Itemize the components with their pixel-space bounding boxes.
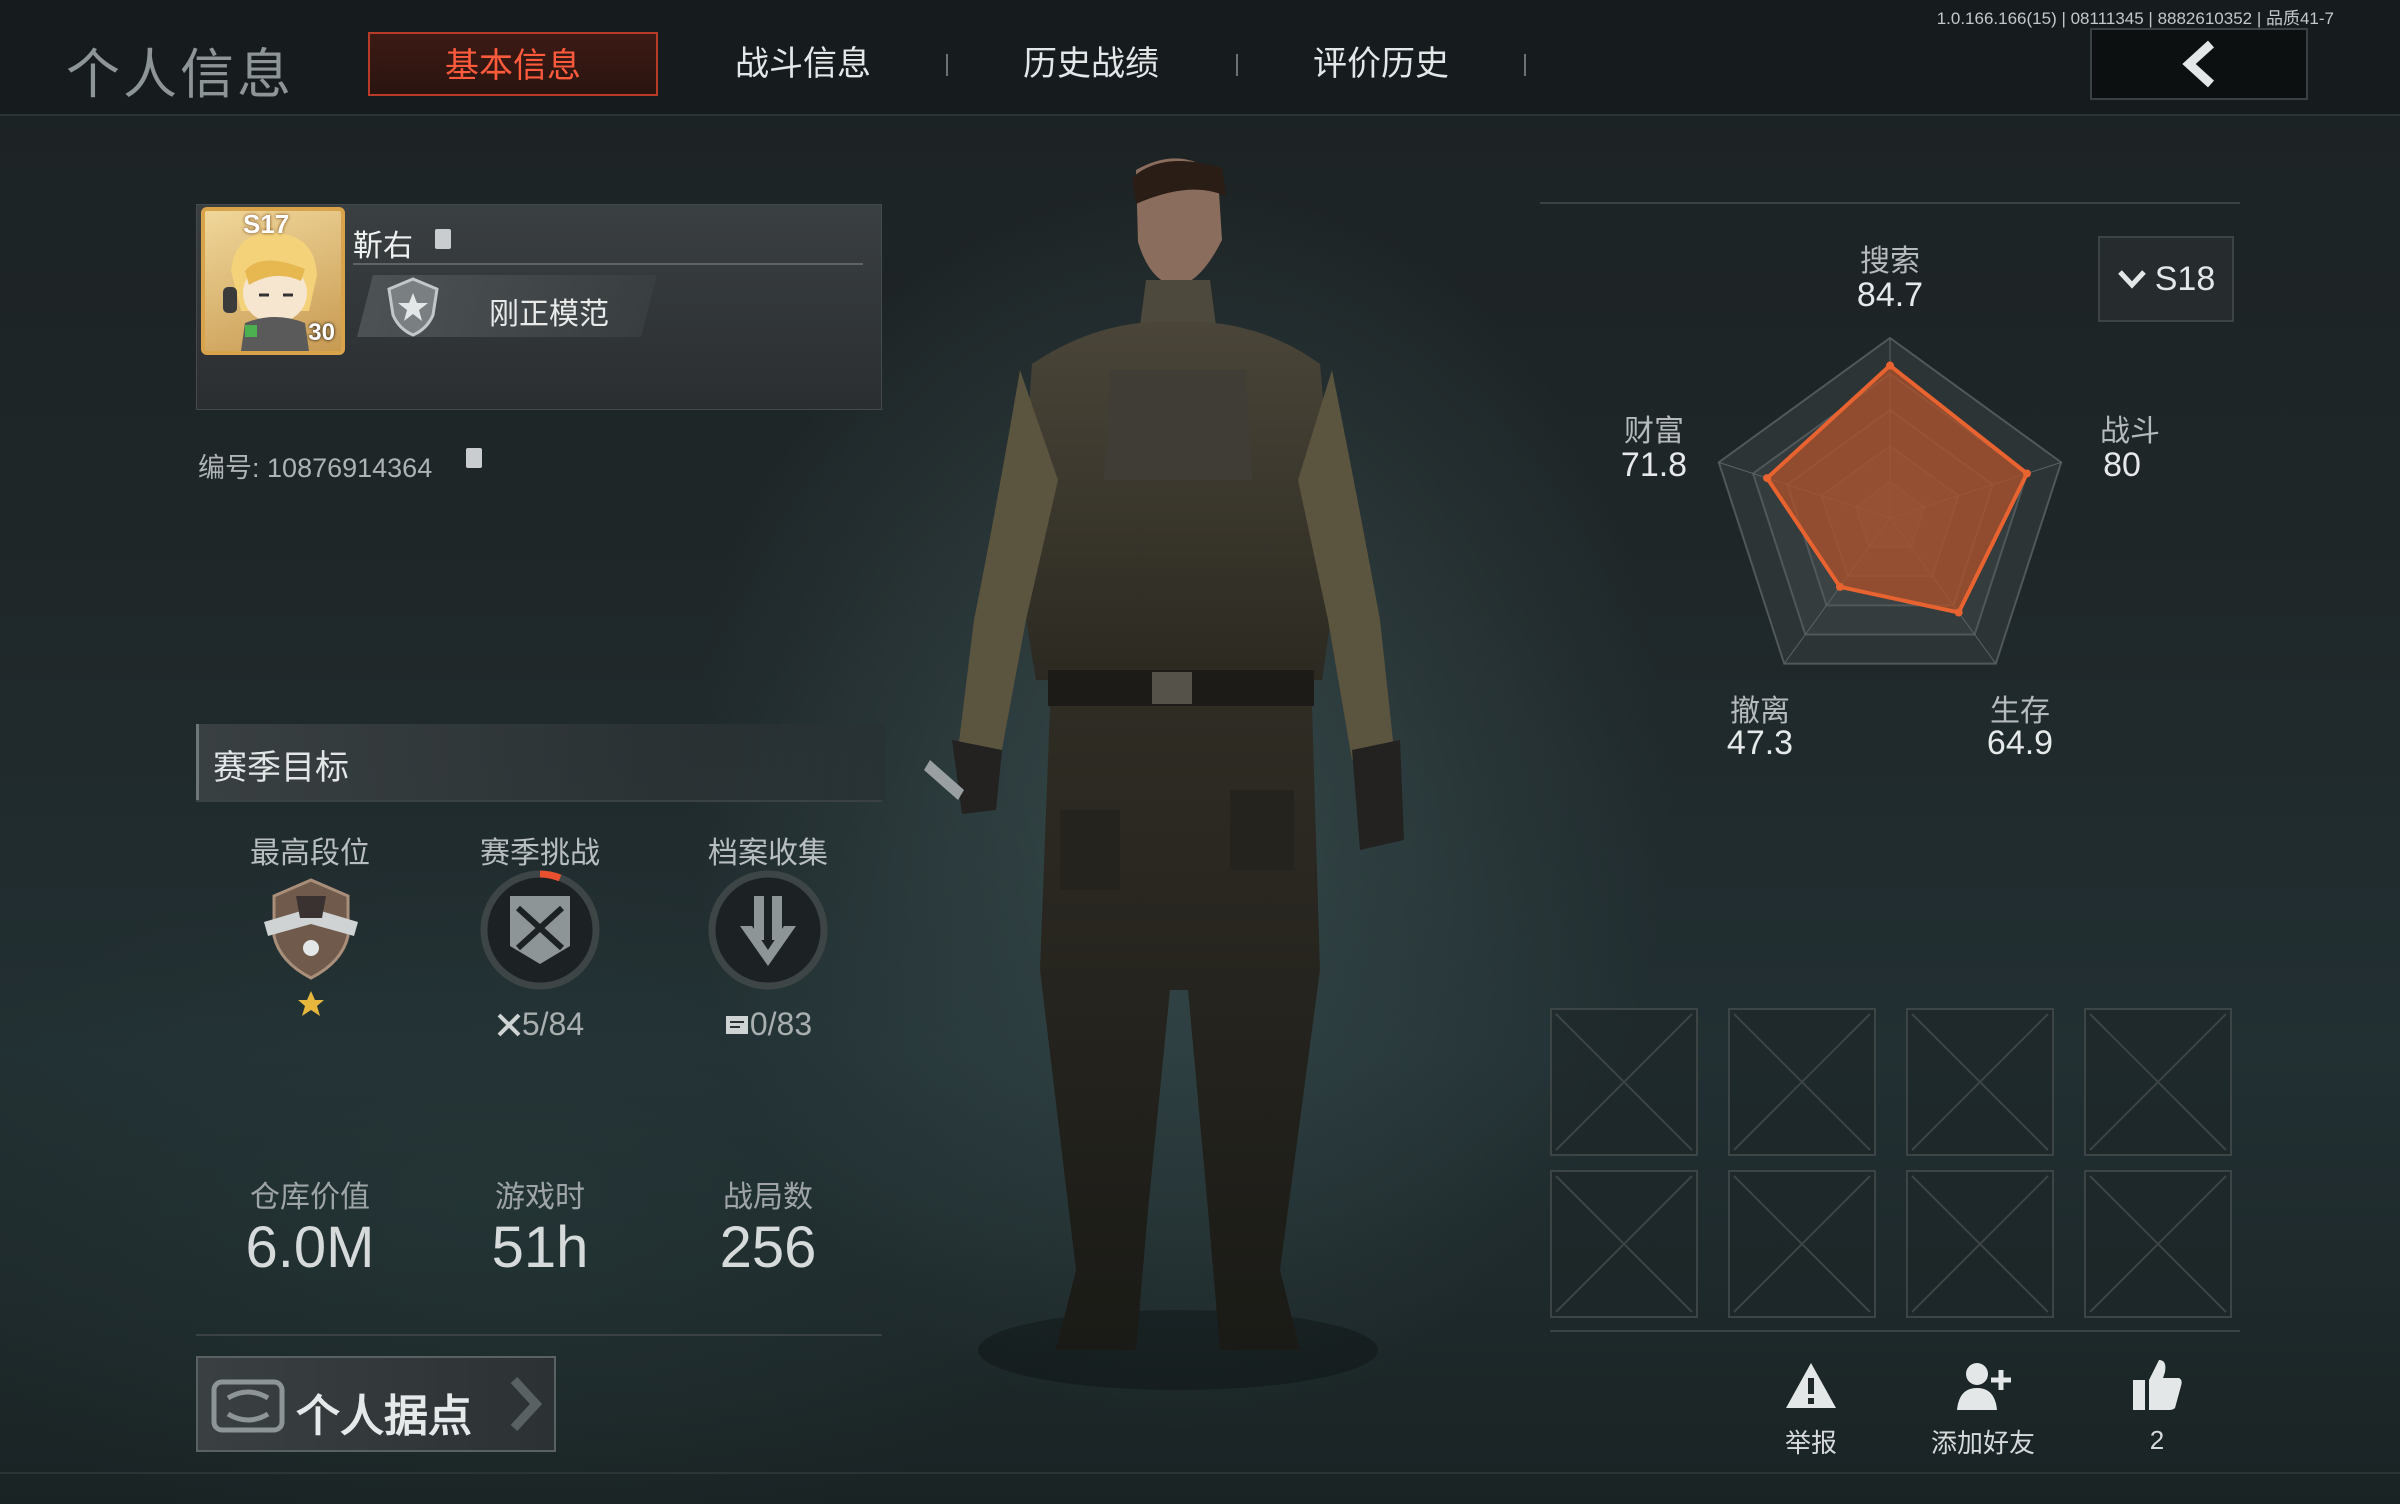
top-bar: 个人信息 基本信息 战斗信息 历史战绩 评价历史 1.0.166.166(15)… [0,0,2400,116]
radar-value-search: 84.7 [1856,276,1924,314]
name-underline [353,263,863,265]
empty-slot-cross-icon [1555,1175,1693,1313]
radar-value-combat: 80 [2103,446,2141,484]
stat-label-match-count: 战局数 [723,1181,813,1214]
season-challenge-value: 5/84 [430,1006,650,1043]
like-count: 2 [2149,1425,2165,1455]
archive-collection-value: 0/83 [658,1006,878,1043]
bottom-divider [0,1472,2400,1474]
empty-badge-slot[interactable] [1906,1170,2054,1318]
player-title: 刚正模范 [489,298,609,331]
stat-value-play-time: 51h [491,1215,589,1280]
archive-collection-icon[interactable] [706,868,830,992]
divider [196,800,882,802]
stat-value-warehouse-value: 6.0M [245,1215,375,1280]
goal-label-season-challenge: 赛季挑战 [480,837,600,870]
radar-data-point [1954,608,1963,617]
empty-slot-cross-icon [1733,1013,1871,1151]
radar-data-point [1763,474,1772,483]
tab-basic-info[interactable]: 基本信息 [368,32,658,96]
chevron-down-icon [2117,270,2146,289]
goal-label-archive-collection: 档案收集 [708,837,828,870]
empty-slot-cross-icon [2089,1175,2227,1313]
empty-badge-slot[interactable] [1906,1008,2054,1156]
document-icon [725,1016,748,1034]
add-friend-icon [1957,1363,2011,1410]
radar-label-combat: 战斗 [2100,415,2160,448]
report-button[interactable]: 举报 [1736,1360,1886,1460]
empty-slot-cross-icon [1911,1013,2049,1151]
add-friend-label: 添加好友 [1930,1428,2035,1458]
radar-data-point [1835,582,1844,591]
tab-review-history[interactable]: 评价历史 [1236,32,1526,96]
stat-label-play-time: 游戏时 [495,1181,585,1214]
character-model [924,158,1404,1390]
player-name: 靳右 [353,230,413,263]
chevron-left-icon [2182,40,2215,88]
divider [196,1334,882,1336]
radar-label-wealth: 财富 [1624,415,1684,448]
empty-badge-slot[interactable] [1728,1170,1876,1318]
empty-slot-cross-icon [1733,1175,1871,1313]
radar-value-survival: 64.9 [1986,724,2054,762]
divider [1550,1330,2240,1332]
back-button[interactable] [2090,28,2308,100]
copy-id-icon[interactable] [466,448,482,468]
thumbs-up-icon [2133,1360,2182,1410]
tab-separator [1524,54,1526,76]
tab-battle-info[interactable]: 战斗信息 [658,32,948,96]
radar-label-search: 搜索 [1860,245,1920,278]
warning-icon [1786,1363,1836,1408]
radar-value-evacuation: 47.3 [1726,724,1794,762]
avatar-level: 30 [308,319,335,346]
empty-badge-slot[interactable] [2084,1008,2232,1156]
avatar[interactable]: S17 30 [201,207,345,355]
personal-base-button[interactable]: 个人据点 [196,1356,556,1452]
season-challenge-count: 5/84 [521,1006,585,1042]
radar-value-wealth: 71.8 [1620,446,1688,484]
profile-card: S17 30 靳右 刚正模范 [196,204,882,410]
empty-slot-cross-icon [1555,1013,1693,1151]
avatar-rank-badge: S17 [243,209,290,239]
empty-badge-slot[interactable] [1550,1170,1698,1318]
tab-history-record[interactable]: 历史战绩 [946,32,1236,96]
goal-label-highest-rank: 最高段位 [250,837,370,870]
empty-slot-cross-icon [1911,1175,2049,1313]
like-button[interactable]: 2 [2082,1356,2232,1456]
season-goals-header: 赛季目标 [196,724,885,800]
version-text: 1.0.166.166(15) | 08111345 | 8882610352 … [1936,9,2334,28]
empty-slot-cross-icon [2089,1013,2227,1151]
star-icon [298,991,324,1016]
player-id: 编号: 10876914364 [198,446,432,485]
stat-label-warehouse-value: 仓库价值 [250,1181,370,1214]
page-title: 个人信息 [66,45,294,105]
chevron-right-icon [510,1376,542,1432]
shield-star-icon [387,277,439,337]
rank-emblem-icon[interactable] [256,874,366,984]
season-selector-label: S18 [2154,259,2216,298]
season-selector[interactable]: S18 [2098,236,2234,322]
season-challenge-icon[interactable] [478,868,602,992]
player-id-value: 10876914364 [267,453,433,483]
personal-base-label: 个人据点 [296,1392,472,1441]
base-icon [211,1379,285,1433]
radar-data-point [1886,361,1894,370]
radar-data-point [2022,469,2031,478]
archive-collection-count: 0/83 [749,1006,813,1042]
empty-badge-slot[interactable] [1728,1008,1876,1156]
report-label: 举报 [1784,1428,1837,1458]
copy-name-icon[interactable] [435,229,451,249]
season-goals-title: 赛季目标 [213,749,349,787]
add-friend-button[interactable]: 添加好友 [1908,1360,2058,1460]
empty-badge-slot[interactable] [2084,1170,2232,1318]
player-id-label: 编号: [198,453,260,483]
empty-badge-slot[interactable] [1550,1008,1698,1156]
stat-value-match-count: 256 [719,1215,817,1280]
crossed-swords-icon [497,1013,521,1037]
